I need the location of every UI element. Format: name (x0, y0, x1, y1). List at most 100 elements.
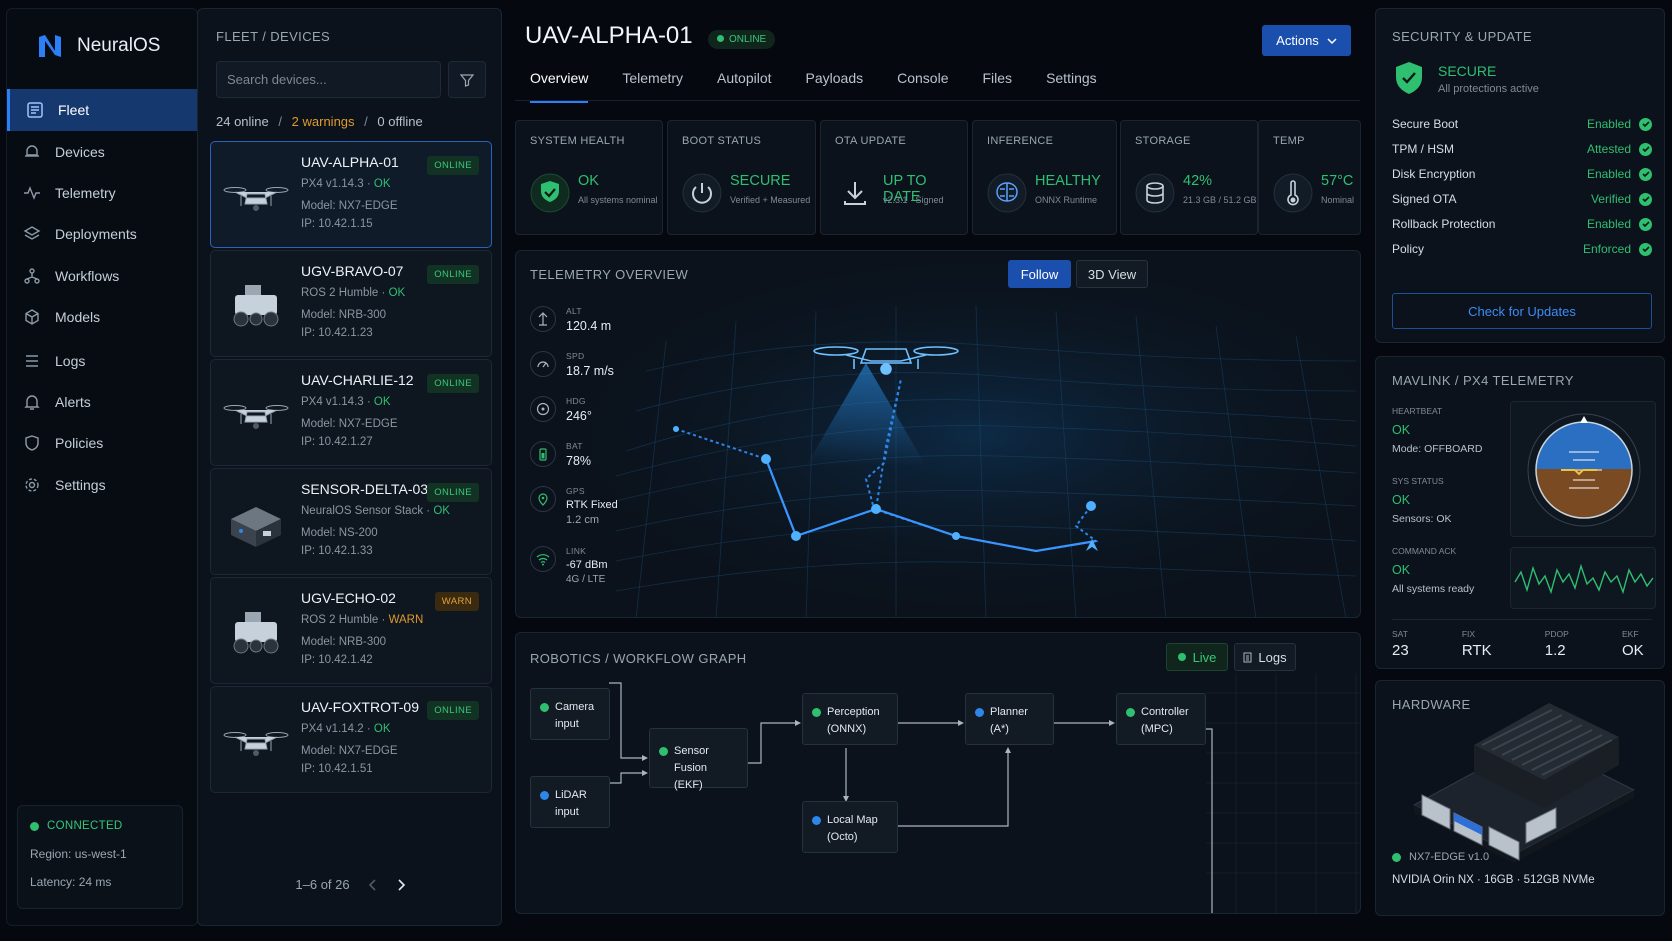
tab-autopilot[interactable]: Autopilot (717, 70, 771, 103)
device-ip: IP: 10.42.1.27 (301, 436, 373, 448)
nav-item-policies[interactable]: Policies (7, 422, 197, 464)
security-row: Secure Boot Enabled (1392, 117, 1652, 131)
chevron-left-icon (368, 878, 376, 891)
nav-item-alerts[interactable]: Alerts (7, 381, 197, 423)
tab-telemetry[interactable]: Telemetry (622, 70, 683, 103)
shield-icon (25, 435, 39, 451)
node-local-map[interactable]: Local Map (Octo) (802, 801, 898, 853)
check-icon (1639, 192, 1652, 206)
actions-label: Actions (1276, 33, 1319, 48)
device-status-badge: ONLINE (427, 265, 479, 284)
metric-value: 246° (566, 409, 592, 423)
live-toggle[interactable]: Live (1166, 643, 1228, 671)
mav-sub: Mode: OFFBOARD (1392, 443, 1483, 455)
node-sub: (A*) (990, 723, 1009, 735)
tile-label: INFERENCE (987, 135, 1054, 147)
fleet-icon (27, 102, 43, 118)
app-logo[interactable]: NeuralOS (35, 31, 160, 61)
device-card[interactable]: SENSOR-DELTA-03 NeuralOS Sensor Stack · O… (210, 468, 492, 575)
device-ip: IP: 10.42.1.51 (301, 763, 373, 775)
3d-view-button[interactable]: 3D View (1076, 260, 1148, 288)
check-icon (1639, 217, 1652, 231)
nav-item-devices[interactable]: Devices (7, 131, 197, 173)
tile-temp[interactable]: TEMP 57°C Nominal (1258, 120, 1361, 235)
metric-gps: GPS RTK Fixed 1.2 cm (530, 486, 618, 526)
prev-page-button[interactable] (368, 878, 378, 891)
device-stack: ROS 2 Humble · OK (301, 287, 406, 299)
location-pin-icon (538, 493, 548, 506)
follow-button[interactable]: Follow (1008, 260, 1071, 288)
nav-item-logs[interactable]: Logs (7, 340, 197, 382)
terrain-3d-view[interactable] (516, 251, 1361, 618)
tab-overview[interactable]: Overview (530, 70, 589, 103)
nav-item-fleet[interactable]: Fleet (7, 89, 197, 131)
board-name: NX7-EDGE v1.0 (1409, 851, 1490, 863)
node-perception[interactable]: Perception (ONNX) (802, 693, 898, 745)
nav-item-workflows[interactable]: Workflows (7, 255, 197, 297)
device-card[interactable]: UAV-ALPHA-01 PX4 v1.14.3 · OK Model: NX7-E… (210, 141, 492, 248)
device-stack: PX4 v1.14.3 · OK (301, 396, 391, 408)
nav-label: Models (55, 309, 101, 325)
node-camera[interactable]: Camera input (530, 688, 610, 740)
security-row: Disk Encryption Enabled (1392, 167, 1652, 181)
tab-console[interactable]: Console (897, 70, 948, 103)
nav-label: Telemetry (55, 185, 116, 201)
mavlink-sys-status: SYS STATUS OK Sensors: OK (1392, 472, 1452, 529)
board-model: NX7-EDGE v1.0 (1392, 851, 1489, 863)
tile-ota-update[interactable]: OTA UPDATE UP TO DATE v2.3.1 · Signed (820, 120, 968, 235)
node-controller[interactable]: Controller (MPC) (1116, 693, 1206, 745)
nav-label: Devices (55, 144, 105, 160)
tile-value: HEALTHY (1035, 173, 1101, 189)
tile-boot-status[interactable]: BOOT STATUS SECURE Verified + Measured (667, 120, 816, 235)
drone-icon (223, 187, 289, 211)
search-input[interactable]: Search devices... (216, 61, 441, 98)
nav-item-telemetry[interactable]: Telemetry (7, 172, 197, 214)
security-row-value: Enabled (1586, 217, 1631, 231)
check-updates-button[interactable]: Check for Updates (1392, 293, 1652, 329)
node-planner[interactable]: Planner (A*) (965, 693, 1054, 745)
tab-files[interactable]: Files (983, 70, 1013, 103)
device-card[interactable]: UGV-ECHO-02 ROS 2 Humble · WARN Model: NRB… (210, 577, 492, 684)
actions-dropdown[interactable]: Actions (1262, 25, 1351, 56)
mav-label: COMMAND ACK (1392, 546, 1457, 556)
device-model: Model: NX7-EDGE (301, 418, 398, 430)
device-status-badge: ONLINE (427, 156, 479, 175)
logs-button[interactable]: Logs (1234, 643, 1296, 671)
warning-count[interactable]: 2 warnings (292, 114, 355, 129)
security-row: Policy Enforced (1392, 242, 1652, 256)
tile-sub: Verified + Measured (730, 195, 811, 205)
node-lidar[interactable]: LiDAR input (530, 776, 610, 828)
device-ip: IP: 10.42.1.42 (301, 654, 373, 666)
waveform-icon (1514, 563, 1654, 595)
nav-item-models[interactable]: Models (7, 296, 197, 338)
stat-label: PDOP (1544, 629, 1569, 639)
security-panel: SECURITY & UPDATE SECURE All protections… (1375, 8, 1665, 343)
device-card[interactable]: UAV-CHARLIE-12 PX4 v1.14.3 · OK Model: NX7… (210, 359, 492, 466)
node-status-dot (659, 747, 668, 756)
next-page-button[interactable] (396, 878, 406, 891)
nav-item-settings[interactable]: Settings (7, 464, 197, 506)
nav-label: Logs (55, 353, 86, 369)
device-health: OK (388, 287, 406, 299)
security-row: Rollback Protection Enabled (1392, 217, 1652, 231)
security-row-value-wrap: Enabled (1587, 217, 1652, 231)
device-card[interactable]: UAV-FOXTROT-09 PX4 v1.14.2 · OK Model: NX7… (210, 686, 492, 793)
node-sub: (EKF) (674, 779, 703, 791)
hardware-board-image (1412, 703, 1636, 863)
tab-payloads[interactable]: Payloads (806, 70, 864, 103)
neuralos-logo-icon (39, 35, 61, 57)
tile-system-health[interactable]: SYSTEM HEALTH OK All systems nominal (515, 120, 663, 235)
speed-icon (537, 361, 549, 368)
filter-button[interactable] (448, 61, 486, 98)
tile-inference[interactable]: INFERENCE HEALTHY ONNX Runtime (972, 120, 1117, 235)
security-row-label: Rollback Protection (1392, 217, 1496, 231)
tab-settings[interactable]: Settings (1046, 70, 1097, 103)
device-card[interactable]: UGV-BRAVO-07 ROS 2 Humble · OK Model: NRB-… (210, 250, 492, 357)
download-icon (844, 182, 866, 205)
nav-item-deployments[interactable]: Deployments (7, 213, 197, 255)
status-dot (717, 35, 724, 42)
gps-stats: SAT 23 FIX RTK PDOP 1.2 EKF OK (1392, 629, 1662, 659)
tile-storage[interactable]: STORAGE 42% 21.3 GB / 51.2 GB (1120, 120, 1258, 235)
node-sensor-fusion[interactable]: Sensor Fusion (EKF) (649, 728, 748, 791)
device-thumbnail (221, 382, 291, 446)
